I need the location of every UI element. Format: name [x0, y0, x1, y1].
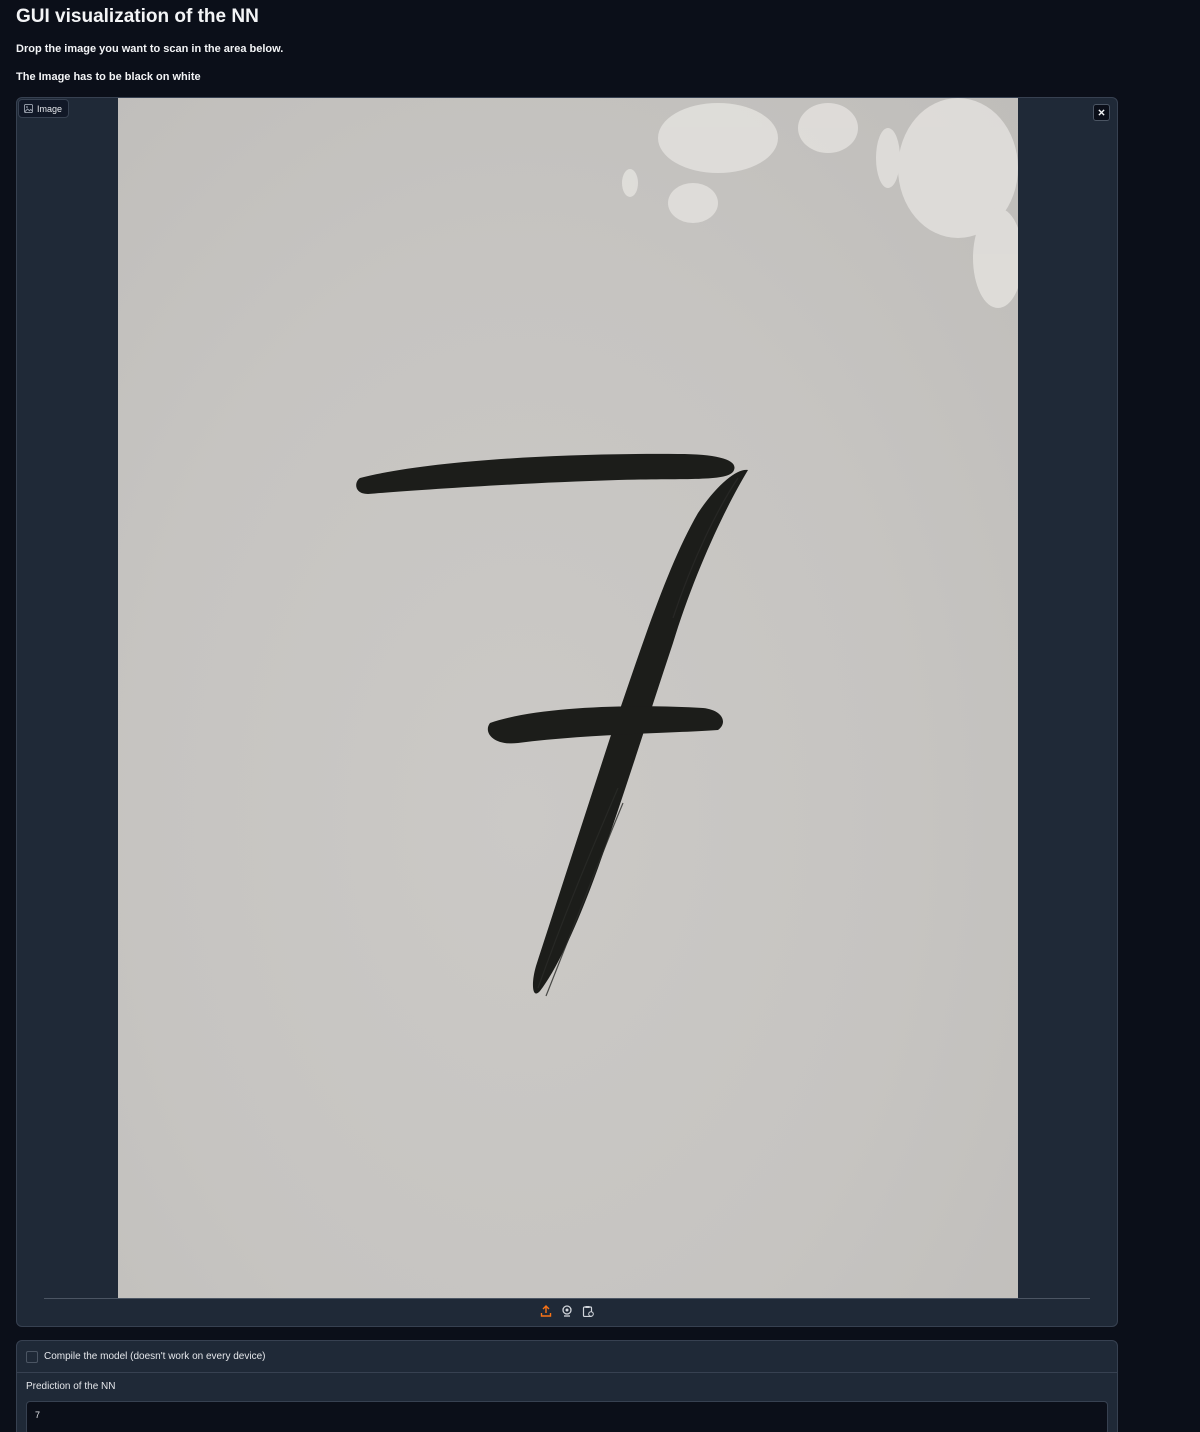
clipboard-source-button[interactable]	[581, 1304, 595, 1318]
clipboard-icon	[582, 1306, 594, 1317]
compile-model-label: Compile the model (doesn't work on every…	[44, 1351, 266, 1362]
output-divider	[17, 1372, 1117, 1373]
digit-seven-photo	[356, 98, 1018, 997]
page-title: GUI visualization of the NN	[16, 6, 259, 27]
upload-source-button[interactable]	[539, 1304, 553, 1318]
image-panel-divider	[44, 1298, 1090, 1299]
upload-icon	[540, 1305, 552, 1317]
close-icon	[1098, 109, 1105, 116]
image-input-label: Image	[18, 99, 70, 118]
prediction-value: 7	[35, 1410, 41, 1420]
uploaded-image	[118, 98, 1018, 1298]
output-panel: Compile the model (doesn't work on every…	[16, 1340, 1118, 1432]
prediction-output[interactable]: 7	[26, 1401, 1108, 1432]
note-text: The Image has to be black on white	[16, 71, 201, 83]
clear-image-button[interactable]	[1093, 104, 1110, 121]
webcam-source-button[interactable]	[560, 1304, 574, 1318]
compile-model-checkbox[interactable]	[26, 1350, 38, 1363]
instruction-text: Drop the image you want to scan in the a…	[16, 43, 284, 55]
image-label-text: Image	[37, 103, 63, 114]
image-icon	[24, 104, 33, 113]
app-page: GUI visualization of the NN Drop the ima…	[0, 0, 1200, 1432]
webcam-icon	[562, 1305, 572, 1317]
compile-model-option[interactable]: Compile the model (doesn't work on every…	[26, 1341, 265, 1372]
prediction-label: Prediction of the NN	[26, 1381, 116, 1392]
image-source-toolbar	[17, 1304, 1117, 1322]
image-input-panel[interactable]: Image	[16, 97, 1118, 1327]
